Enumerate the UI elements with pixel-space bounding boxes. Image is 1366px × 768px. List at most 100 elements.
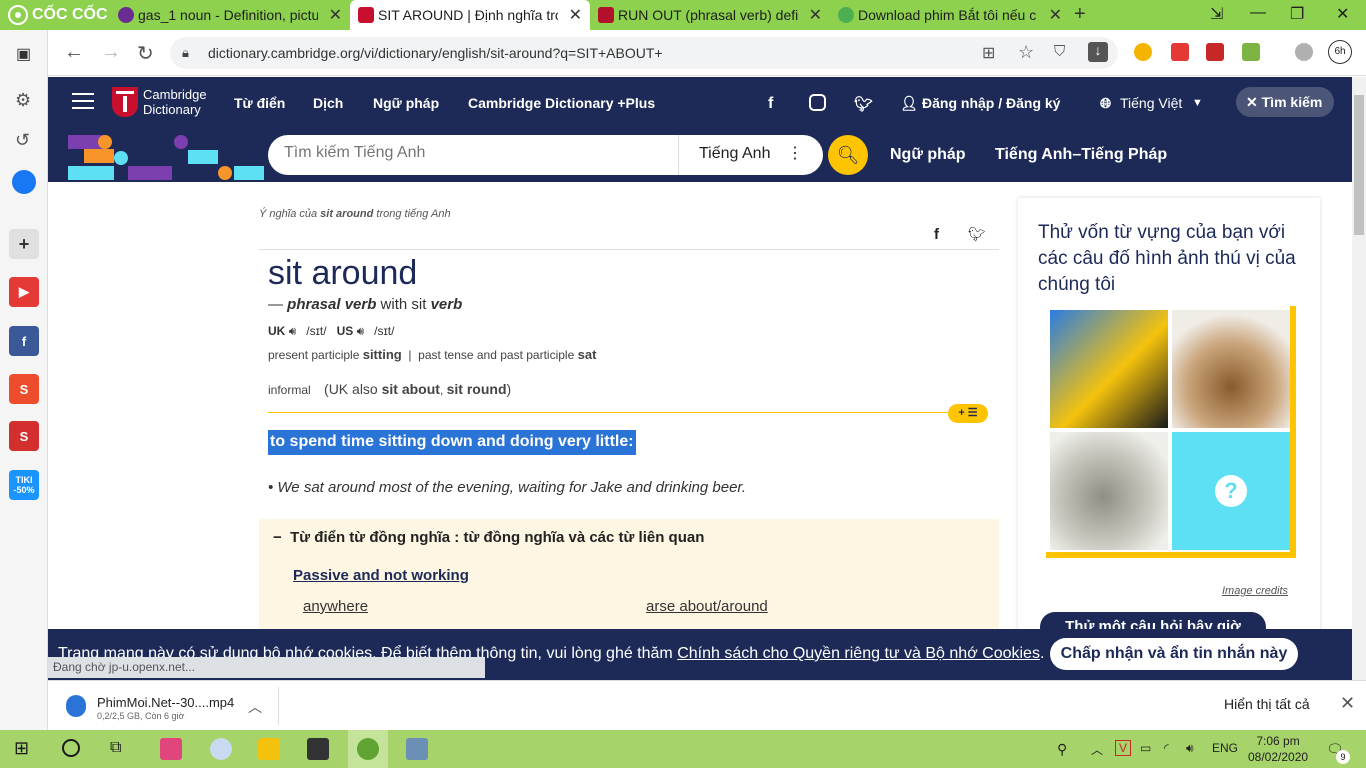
profile-avatar[interactable] — [1295, 43, 1313, 61]
close-icon[interactable]: ✕ — [329, 5, 342, 25]
tab-run-out[interactable]: RUN OUT (phrasal verb) defin ✕ — [590, 0, 830, 30]
sidebar-toggle-icon[interactable]: ▣ — [16, 44, 31, 64]
octopus-image[interactable] — [1050, 432, 1168, 550]
facebook-icon[interactable]: f — [9, 326, 39, 356]
nav-grammar-link[interactable]: Ngữ pháp — [890, 146, 966, 164]
extension-adblock-icon[interactable] — [1171, 43, 1189, 61]
download-filename[interactable]: PhimMoi.Net--30....mp4 — [97, 695, 234, 710]
settings-gear-icon[interactable]: ⚙ — [15, 90, 31, 111]
parrot-image[interactable] — [1050, 310, 1168, 428]
cookie-policy-link[interactable]: Chính sách cho Quyền riêng tư và Bộ nhớ … — [677, 645, 1040, 662]
show-all-downloads-link[interactable]: Hiển thị tất cả — [1224, 696, 1310, 712]
menu-icon[interactable] — [72, 93, 94, 109]
tiki-icon[interactable]: TIKI -50% — [9, 470, 39, 500]
coccoc-brand[interactable]: CỐC CỐC — [0, 0, 110, 30]
uk-audio-icon[interactable]: 🔊︎ — [289, 324, 297, 338]
site-logo-text[interactable]: Cambridge Dictionary — [143, 87, 207, 117]
address-bar[interactable]: 🔒︎ dictionary.cambridge.org/vi/dictionar… — [170, 37, 1118, 69]
maximize-icon[interactable]: ❐ — [1290, 4, 1304, 24]
close-download-bar-icon[interactable]: ✕ — [1340, 693, 1355, 714]
us-ipa: /sɪt/ — [374, 324, 395, 338]
scrollbar-thumb[interactable] — [1354, 95, 1364, 235]
nav-dictionary[interactable]: Từ điển — [234, 95, 285, 111]
back-icon[interactable]: ← — [64, 41, 84, 64]
accept-cookies-button[interactable]: Chấp nhận và ẩn tin nhắn này — [1050, 638, 1298, 670]
shield-icon[interactable]: ⛉ — [1054, 43, 1065, 60]
snail-image[interactable] — [1172, 310, 1290, 428]
nav-grammar[interactable]: Ngữ pháp — [373, 95, 439, 111]
add-sidebar-app-icon[interactable]: + — [9, 229, 39, 259]
extension-chrome-icon[interactable] — [1134, 43, 1152, 61]
app-paint-icon[interactable] — [160, 738, 182, 760]
app-other-icon[interactable] — [406, 738, 428, 760]
image-credits-link[interactable]: Image credits — [1222, 585, 1288, 597]
wifi-icon[interactable]: ◜ — [1164, 741, 1169, 755]
input-language[interactable]: ENG — [1212, 741, 1238, 755]
forward-icon[interactable]: → — [101, 41, 121, 64]
thesaurus-word-link[interactable]: anywhere — [303, 598, 368, 615]
new-tab-icon[interactable]: + — [1074, 3, 1086, 26]
instagram-icon[interactable] — [809, 94, 826, 111]
people-icon[interactable]: ⚲ — [1057, 741, 1067, 758]
system-clock[interactable]: 7:06 pm 08/02/2020 — [1248, 733, 1308, 765]
register-label: informal — [268, 383, 311, 397]
cambridge-crest-logo[interactable] — [112, 87, 138, 117]
app-sticky-notes-icon[interactable] — [307, 738, 329, 760]
facebook-icon[interactable]: f — [768, 95, 773, 113]
youtube-icon[interactable]: ▶ — [9, 277, 39, 307]
more-options-icon[interactable]: ⋮ — [787, 143, 803, 163]
tab-download-phim[interactable]: Download phim Bắt tôi nếu c ✕ — [830, 0, 1070, 30]
profile-badge[interactable]: 6h — [1328, 40, 1352, 64]
app-snipping-icon[interactable] — [210, 738, 232, 760]
close-icon[interactable]: ✕ — [569, 5, 582, 25]
us-audio-icon[interactable]: 🔊︎ — [357, 324, 365, 338]
tab-search-icon[interactable]: ⇲ — [1210, 4, 1223, 24]
try-quiz-button[interactable]: Thử một câu hỏi bây giờ — [1040, 612, 1266, 629]
close-window-icon[interactable]: ✕ — [1336, 4, 1349, 24]
share-facebook-icon[interactable]: f — [934, 226, 939, 243]
quiz-question-tile[interactable]: ? — [1172, 432, 1290, 550]
share-twitter-icon[interactable]: 🐦︎ — [968, 226, 986, 243]
shopee-icon[interactable]: S — [9, 374, 39, 404]
thesaurus-subheading-link[interactable]: Passive and not working — [293, 567, 469, 584]
nav-plus[interactable]: Cambridge Dictionary +Plus — [468, 95, 655, 111]
messenger-icon[interactable] — [12, 170, 36, 194]
tab-gas[interactable]: gas_1 noun - Definition, pictu ✕ — [110, 0, 350, 30]
add-to-wordlist-button[interactable]: + ☰ — [948, 404, 988, 423]
bookmark-star-icon[interactable]: ☆ — [1018, 42, 1034, 63]
extension-grid-icon[interactable] — [1242, 43, 1260, 61]
close-icon[interactable]: ✕ — [1049, 5, 1062, 25]
tab-sit-around[interactable]: SIT AROUND | Định nghĩa tro ✕ — [350, 0, 590, 30]
sendo-icon[interactable]: S — [9, 421, 39, 451]
nav-english-french-link[interactable]: Tiếng Anh–Tiếng Pháp — [995, 146, 1167, 164]
logo-line1: Cambridge — [143, 87, 207, 102]
reload-icon[interactable]: ↻ — [137, 41, 154, 66]
nav-translate[interactable]: Dịch — [313, 95, 343, 111]
history-icon[interactable]: ↺ — [15, 130, 30, 151]
translate-icon[interactable]: ⊞ — [982, 43, 995, 63]
coccoc-taskbar-icon[interactable] — [357, 738, 379, 760]
windows-start-icon[interactable]: ⊞ — [14, 738, 29, 759]
search-toggle-button[interactable]: ✕ Tìm kiếm — [1236, 87, 1334, 117]
battery-icon[interactable]: ▭ — [1140, 741, 1151, 755]
search-input[interactable] — [284, 144, 654, 162]
search-icon[interactable] — [62, 739, 80, 757]
extension-red-icon[interactable] — [1206, 43, 1224, 61]
unikey-icon[interactable]: V — [1115, 740, 1131, 756]
page-scrollbar[interactable] — [1352, 77, 1366, 680]
file-explorer-icon[interactable] — [258, 738, 280, 760]
chevron-up-icon[interactable]: ︿ — [248, 697, 262, 717]
twitter-icon[interactable]: 🐦︎ — [854, 95, 873, 113]
thesaurus-heading[interactable]: − Từ điển từ đồng nghĩa : từ đồng nghĩa … — [273, 529, 704, 546]
thesaurus-word-link[interactable]: arse about/around — [646, 598, 768, 615]
search-submit-button[interactable]: 🔍︎ — [828, 135, 868, 175]
close-icon[interactable]: ✕ — [809, 5, 822, 25]
search-toggle-label: Tìm kiếm — [1261, 94, 1323, 110]
minimize-icon[interactable]: — — [1250, 4, 1266, 22]
language-selector[interactable]: Tiếng Việt — [1120, 95, 1182, 111]
download-icon[interactable]: ↓ — [1088, 42, 1108, 62]
volume-icon[interactable]: 🔊︎ — [1186, 741, 1194, 756]
login-link[interactable]: Đăng nhập / Đăng ký — [922, 95, 1060, 111]
task-view-icon[interactable]: ⧉ — [110, 739, 121, 757]
tray-chevron-up-icon[interactable]: ︿ — [1091, 741, 1103, 758]
